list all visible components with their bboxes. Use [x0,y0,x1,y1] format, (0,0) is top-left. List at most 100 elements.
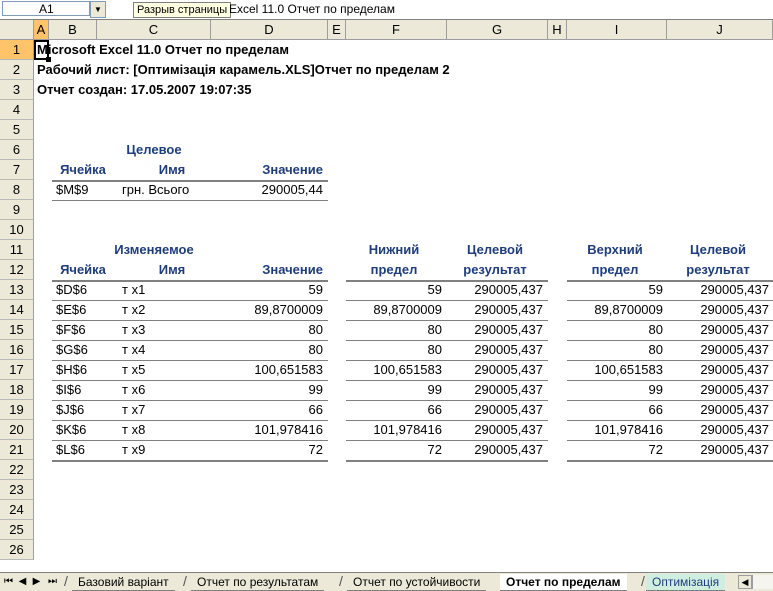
target-row-value[interactable]: 290005,44 [211,180,323,200]
var-row-lower[interactable]: 80 [346,320,442,340]
row-header-21[interactable]: 21 [0,440,34,460]
var-row-lower-result[interactable]: 290005,437 [447,420,543,440]
target-col-name[interactable]: Имя [122,160,222,180]
lower-limit-header[interactable]: Нижний [346,240,442,260]
var-row-upper-result[interactable]: 290005,437 [667,320,769,340]
target-row-cell[interactable]: $M$9 [56,180,116,200]
var-row-upper[interactable]: 89,8700009 [567,300,663,320]
var-row-lower[interactable]: 99 [346,380,442,400]
prev-sheet-icon[interactable]: ◀ [16,575,29,589]
var-row-cell[interactable]: $D$6 [56,280,116,300]
var-row-upper-result[interactable]: 290005,437 [667,420,769,440]
row-header-14[interactable]: 14 [0,300,34,320]
var-row-name[interactable]: т х6 [122,380,202,400]
target-col-cell[interactable]: Ячейка [52,160,114,180]
row-header-10[interactable]: 10 [0,220,34,240]
var-row-value[interactable]: 66 [211,400,323,420]
column-header-j[interactable]: J [667,20,773,40]
var-row-upper[interactable]: 59 [567,280,663,300]
row-header-17[interactable]: 17 [0,360,34,380]
var-row-value[interactable]: 80 [211,320,323,340]
row-header-25[interactable]: 25 [0,520,34,540]
lower-result-header-2[interactable]: результат [447,260,543,280]
var-row-name[interactable]: т х3 [122,320,202,340]
row-header-8[interactable]: 8 [0,180,34,200]
var-row-upper[interactable]: 99 [567,380,663,400]
tab-sensitivity-report[interactable]: Отчет по устойчивости [347,574,487,591]
column-header-a[interactable]: A [34,20,49,40]
var-row-value[interactable]: 99 [211,380,323,400]
var-row-cell[interactable]: $H$6 [56,360,116,380]
var-row-value[interactable]: 101,978416 [211,420,323,440]
var-row-lower[interactable]: 101,978416 [346,420,442,440]
row-header-20[interactable]: 20 [0,420,34,440]
var-row-value[interactable]: 72 [211,440,323,460]
var-row-upper-result[interactable]: 290005,437 [667,440,769,460]
variables-col-value[interactable]: Значение [211,260,323,280]
tab-limits-report[interactable]: Отчет по пределам [500,574,627,591]
var-row-upper[interactable]: 66 [567,400,663,420]
var-row-upper-result[interactable]: 290005,437 [667,360,769,380]
column-header-g[interactable]: G [447,20,548,40]
upper-limit-header-2[interactable]: предел [567,260,663,280]
variables-header[interactable]: Изменяемое [97,240,211,260]
var-row-upper-result[interactable]: 290005,437 [667,380,769,400]
var-row-upper-result[interactable]: 290005,437 [667,340,769,360]
row-header-2[interactable]: 2 [0,60,34,80]
first-sheet-icon[interactable]: ⏮ [2,575,15,589]
variables-col-cell[interactable]: Ячейка [52,260,114,280]
fill-handle[interactable] [46,57,51,62]
var-row-name[interactable]: т х7 [122,400,202,420]
row-header-9[interactable]: 9 [0,200,34,220]
row-header-7[interactable]: 7 [0,160,34,180]
column-header-h[interactable]: H [548,20,567,40]
var-row-lower-result[interactable]: 290005,437 [447,360,543,380]
column-header-f[interactable]: F [346,20,447,40]
horizontal-scrollbar[interactable] [752,575,773,589]
var-row-upper-result[interactable]: 290005,437 [667,280,769,300]
upper-limit-header[interactable]: Верхний [567,240,663,260]
var-row-lower[interactable]: 80 [346,340,442,360]
var-row-upper[interactable]: 80 [567,340,663,360]
var-row-name[interactable]: т х5 [122,360,202,380]
var-row-lower-result[interactable]: 290005,437 [447,340,543,360]
target-col-value[interactable]: Значение [211,160,323,180]
var-row-value[interactable]: 100,651583 [211,360,323,380]
var-row-value[interactable]: 89,8700009 [211,300,323,320]
formula-input[interactable]: Excel 11.0 Отчет по пределам [229,2,395,17]
var-row-name[interactable]: т х1 [122,280,202,300]
var-row-cell[interactable]: $L$6 [56,440,116,460]
var-row-upper-result[interactable]: 290005,437 [667,300,769,320]
var-row-name[interactable]: т х8 [122,420,202,440]
var-row-upper[interactable]: 100,651583 [567,360,663,380]
name-box[interactable]: A1 [2,1,90,16]
var-row-lower-result[interactable]: 290005,437 [447,280,543,300]
report-created[interactable]: Отчет создан: 17.05.2007 19:07:35 [37,80,437,100]
var-row-cell[interactable]: $I$6 [56,380,116,400]
row-header-16[interactable]: 16 [0,340,34,360]
tab-optimization[interactable]: Оптимізація [646,574,726,591]
var-row-lower[interactable]: 72 [346,440,442,460]
select-all-corner[interactable] [0,20,34,40]
column-header-b[interactable]: B [49,20,97,40]
var-row-lower-result[interactable]: 290005,437 [447,380,543,400]
var-row-cell[interactable]: $E$6 [56,300,116,320]
tab-results-report[interactable]: Отчет по результатам [191,574,325,591]
target-header[interactable]: Целевое [97,140,211,160]
row-header-23[interactable]: 23 [0,480,34,500]
upper-result-header[interactable]: Целевой [667,240,769,260]
var-row-cell[interactable]: $K$6 [56,420,116,440]
column-header-d[interactable]: D [211,20,328,40]
var-row-lower-result[interactable]: 290005,437 [447,400,543,420]
chevron-down-icon[interactable]: ▼ [90,1,106,18]
report-worksheet[interactable]: Рабочий лист: [Оптимізація карамель.XLS]… [37,60,567,80]
next-sheet-icon[interactable]: ▶ [30,575,43,589]
var-row-lower-result[interactable]: 290005,437 [447,320,543,340]
var-row-upper[interactable]: 101,978416 [567,420,663,440]
var-row-value[interactable]: 80 [211,340,323,360]
row-header-3[interactable]: 3 [0,80,34,100]
var-row-lower[interactable]: 100,651583 [346,360,442,380]
var-row-value[interactable]: 59 [211,280,323,300]
row-header-4[interactable]: 4 [0,100,34,120]
var-row-lower[interactable]: 59 [346,280,442,300]
